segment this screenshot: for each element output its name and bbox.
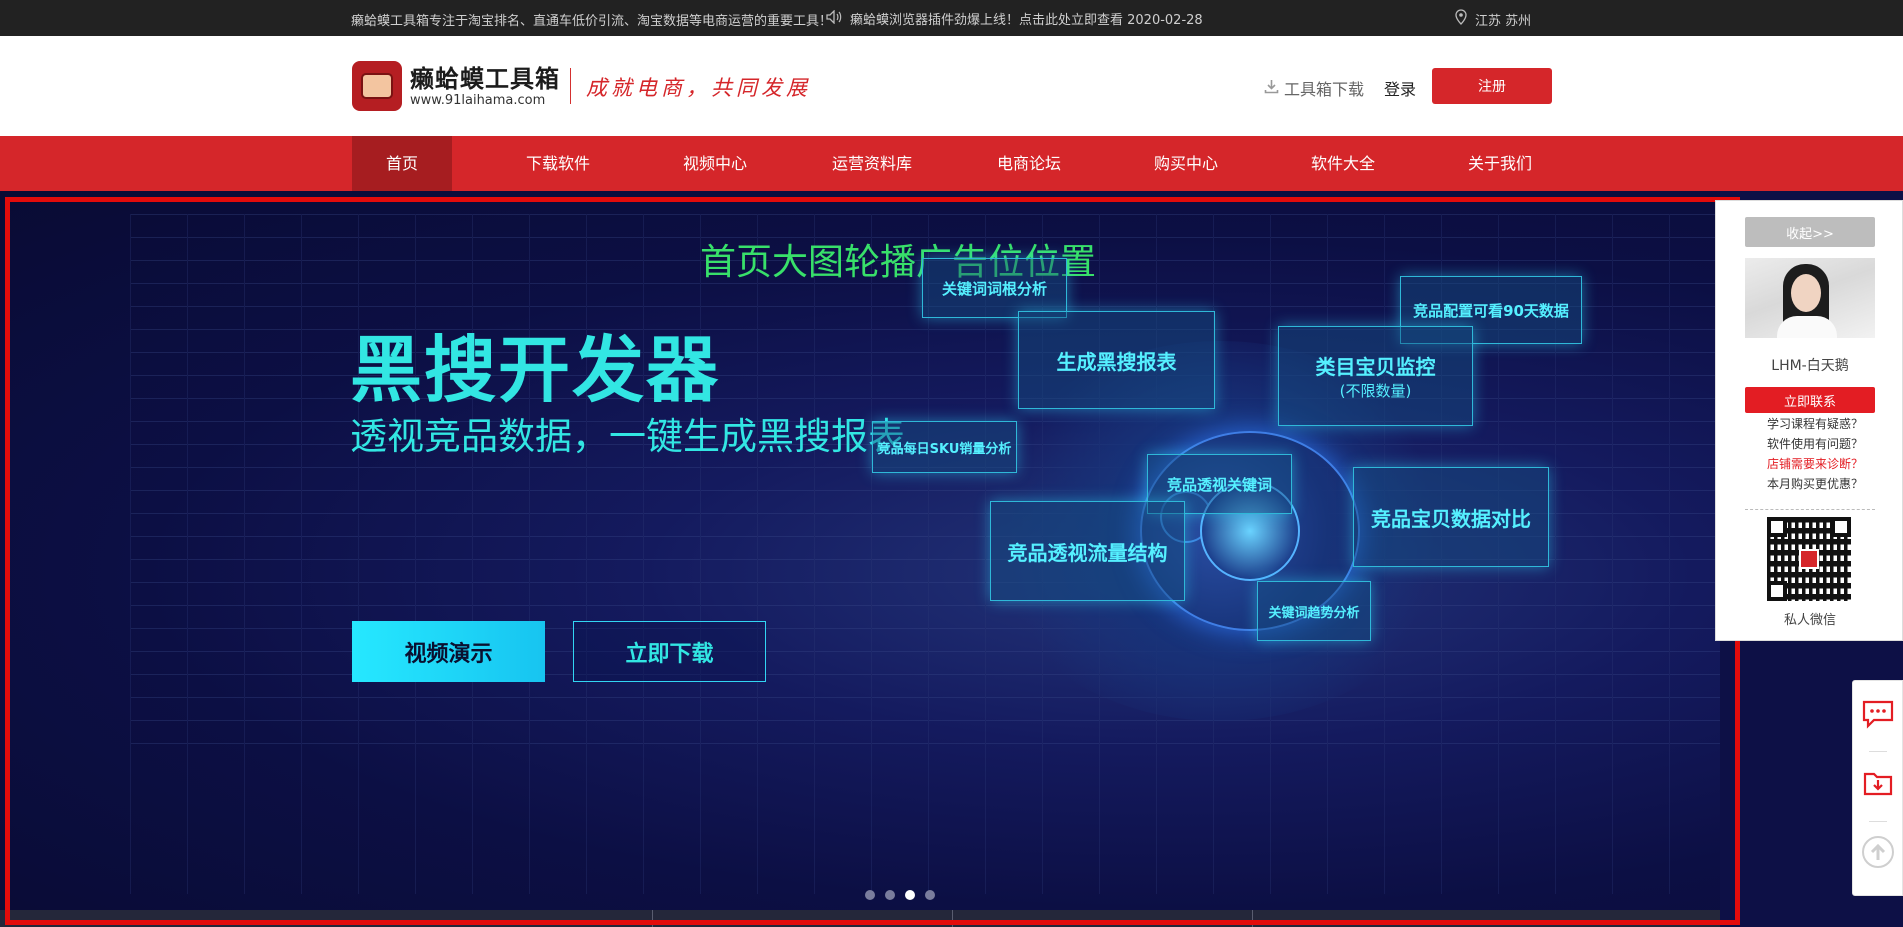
download-now-button[interactable]: 立即下载 [573,621,766,682]
site-intro-text: 癞蛤蟆工具箱专注于淘宝排名、直通车低价引流、淘宝数据等电商运营的重要工具！ [351,14,833,29]
carousel-dot[interactable] [925,890,935,900]
agent-avatar [1745,258,1875,338]
notice-link[interactable]: 癞蛤蟆浏览器插件劲爆上线！点击此处立即查看 2020-02-28 [826,8,1203,28]
wechat-label: 私人微信 [1783,613,1836,628]
header-divider [570,68,571,104]
banner-title: 黑搜开发器 [350,328,721,412]
main-nav: 首页 下载软件 视频中心 运营资料库 电商论坛 购买中心 软件大全 关于我们 [0,136,1903,191]
nav-video-center[interactable]: 视频中心 [665,136,765,191]
speaker-icon [826,8,842,28]
location-pin-icon [1455,9,1467,29]
agent-name: LHM-白天鹅 [1771,358,1849,374]
back-to-top-icon[interactable] [1861,835,1895,869]
chat-icon[interactable] [1861,697,1895,731]
feature-card: 竞品宝贝数据对比 [1353,467,1549,567]
banner-subtitle: 透视竞品数据，一键生成黑搜报表 [350,415,905,458]
faq-item[interactable]: 学习课程有疑惑？ [1767,414,1897,434]
feature-card: 竞品透视流量结构 [990,501,1185,601]
panel-divider [1745,509,1875,510]
nav-ecommerce-forum[interactable]: 电商论坛 [979,136,1079,191]
customer-service-panel: 收起>> LHM-白天鹅 立即联系 学习课程有疑惑？ 软件使用有问题？ 店铺需要… [1715,200,1903,641]
feature-card: 关键词词根分析 [922,258,1067,318]
download-label[interactable]: 工具箱下载 [1284,76,1364,100]
nav-operations-library[interactable]: 运营资料库 [822,136,922,191]
faq-item[interactable]: 本月购买更优惠？ [1767,474,1897,494]
slogan: 成就电商，共同发展 [586,76,811,100]
download-icon [1264,79,1279,98]
hero-carousel[interactable]: 首页大图轮播广告位位置 黑搜开发器 透视竞品数据，一键生成黑搜报表 视频演示 立… [0,191,1720,927]
login-link[interactable]: 登录 [1384,76,1416,100]
location-text[interactable]: 江苏 苏州 [1475,10,1531,29]
carousel-dot-active[interactable] [905,890,915,900]
site-header: 癞蛤蟆工具箱 www.91laihama.com 成就电商，共同发展 工具箱下载… [0,36,1903,136]
location[interactable]: 江苏 苏州 [1455,9,1531,29]
feature-card: 关键词趋势分析 [1257,581,1371,641]
feature-card: 竞品每日SKU销量分析 [872,421,1017,473]
card-subtitle: (不限数量) [1339,382,1412,400]
download-folder-icon[interactable] [1861,766,1895,800]
feature-card: 生成黑搜报表 [1018,311,1215,409]
notice-text[interactable]: 癞蛤蟆浏览器插件劲爆上线！点击此处立即查看 2020-02-28 [850,9,1203,28]
wechat-qr-code [1767,517,1851,601]
register-button[interactable]: 注册 [1432,68,1552,104]
video-demo-button[interactable]: 视频演示 [352,621,545,682]
faq-item[interactable]: 软件使用有问题？ [1767,434,1897,454]
nav-software-collection[interactable]: 软件大全 [1293,136,1393,191]
site-logo[interactable]: 癞蛤蟆工具箱 www.91laihama.com [352,61,560,111]
floating-toolbar [1852,680,1903,896]
faq-item[interactable]: 店铺需要来诊断？ [1767,454,1897,474]
collapse-button[interactable]: 收起>> [1745,217,1875,247]
toolbox-download-link[interactable]: 工具箱下载 [1264,76,1364,100]
contact-now-button[interactable]: 立即联系 [1745,387,1875,413]
nav-home[interactable]: 首页 [352,136,452,191]
nav-about-us[interactable]: 关于我们 [1450,136,1550,191]
nav-download-software[interactable]: 下载软件 [508,136,608,191]
carousel-dots [865,890,935,900]
nav-purchase-center[interactable]: 购买中心 [1136,136,1236,191]
feature-card: 类目宝贝监控 (不限数量) [1278,326,1473,426]
card-title: 类目宝贝监控 [1315,355,1436,379]
logo-name: 癞蛤蟆工具箱 [410,64,560,93]
carousel-dot[interactable] [865,890,875,900]
top-info-bar: 癞蛤蟆工具箱专注于淘宝排名、直通车低价引流、淘宝数据等电商运营的重要工具！ 癞蛤… [0,0,1903,36]
carousel-dot[interactable] [885,890,895,900]
logo-url: www.91laihama.com [410,92,546,108]
toad-logo-icon [352,61,402,111]
banner-bottom-strip [0,910,1720,927]
